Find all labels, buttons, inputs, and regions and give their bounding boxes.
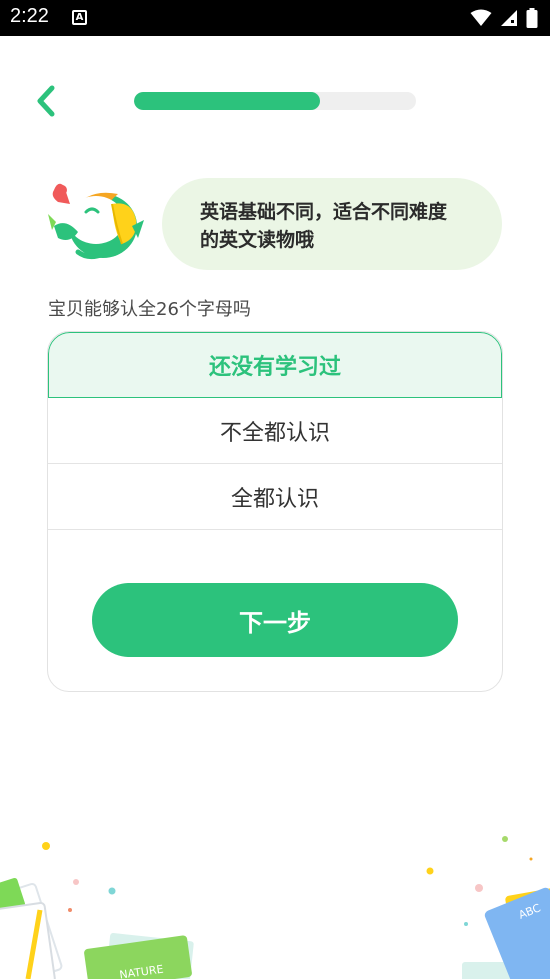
wifi-icon <box>470 9 492 26</box>
left-books <box>0 877 63 979</box>
options-card: 还没有学习过 不全都认识 全都认识 下一步 <box>47 331 503 692</box>
notification-a-icon: A <box>72 10 87 25</box>
bubble-line-2: 的英文读物哦 <box>200 229 315 251</box>
question-text: 宝贝能够认全26个字母吗 <box>48 299 251 320</box>
status-time: 2:22 <box>10 5 49 27</box>
books-decoration: NATURE ABC <box>0 836 550 979</box>
center-books: NATURE <box>84 933 194 979</box>
progress-fill <box>134 92 321 110</box>
battery-icon <box>526 8 538 28</box>
bubble-line-1: 英语基础不同，适合不同难度 <box>200 201 448 223</box>
option-partially-known[interactable]: 不全都认识 <box>48 398 502 464</box>
chevron-left-icon <box>37 85 55 117</box>
status-bar: 2:22 A <box>0 0 550 36</box>
progress-bar <box>134 92 416 110</box>
parrot-mascot-icon <box>48 183 144 260</box>
speech-bubble: 英语基础不同，适合不同难度 的英文读物哦 <box>162 178 502 270</box>
option-all-known[interactable]: 全都认识 <box>48 464 502 530</box>
confetti-dots <box>42 836 533 926</box>
right-books: ABC <box>462 884 550 979</box>
next-step-button[interactable]: 下一步 <box>92 583 458 657</box>
signal-icon <box>501 10 517 26</box>
status-icons <box>470 6 538 30</box>
option-not-learned[interactable]: 还没有学习过 <box>48 332 502 398</box>
back-button[interactable] <box>32 84 62 118</box>
